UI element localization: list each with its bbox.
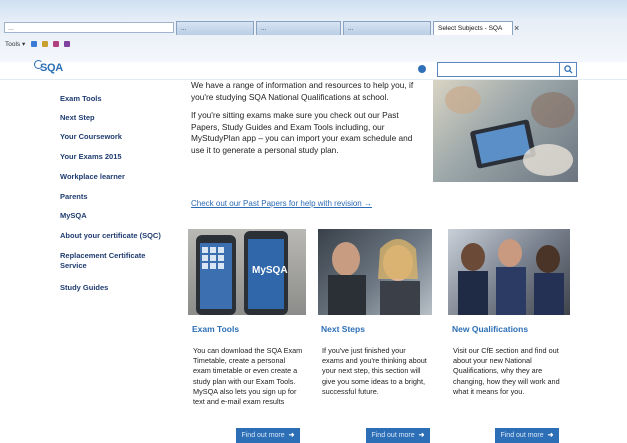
new-qualifications-heading: New Qualifications — [452, 324, 529, 334]
sidebar-item-coursework[interactable]: Your Coursework — [60, 132, 180, 142]
sidebar-item-replacement-certificate[interactable]: Replacement Certificate Service — [60, 251, 155, 271]
arrow-right-icon: ➜ — [418, 432, 425, 439]
tools-menu[interactable]: Tools ▾ — [5, 41, 25, 48]
addon-icon-2[interactable] — [63, 41, 70, 48]
search-input[interactable] — [437, 62, 560, 77]
favorites-icon[interactable] — [41, 41, 48, 48]
search-icon — [563, 65, 573, 74]
gear-icon[interactable] — [31, 41, 38, 48]
intro-paragraph-2: If you're sitting exams make sure you ch… — [191, 110, 413, 155]
sidebar-item-certificate[interactable]: About your certificate (SQC) — [60, 231, 180, 241]
new-qualifications-find-out-button[interactable]: Find out more ➜ — [495, 428, 559, 443]
mysqa-app-label: MySQA — [252, 265, 288, 276]
sidebar-item-next-step[interactable]: Next Step — [60, 113, 180, 123]
site-logo[interactable]: SQA — [40, 62, 63, 74]
search-button[interactable] — [559, 62, 577, 77]
next-steps-heading: Next Steps — [321, 324, 365, 334]
exam-tools-description: You can download the SQA Exam Timetable,… — [193, 346, 303, 407]
button-label: Find out more — [241, 432, 285, 439]
browser-tab-3[interactable]: ... — [343, 21, 431, 35]
students-tablet-photo — [433, 80, 578, 182]
sidebar-item-exam-tools[interactable]: Exam Tools — [60, 94, 180, 104]
browser-tab-2[interactable]: ... — [256, 21, 341, 35]
next-steps-photo — [318, 229, 432, 315]
arrow-right-icon: ➜ — [288, 432, 295, 439]
phones-illustration — [196, 231, 288, 315]
toolbar: Tools ▾ — [0, 38, 627, 52]
addon-icon[interactable] — [52, 41, 59, 48]
past-papers-link[interactable]: Check out our Past Papers for help with … — [191, 199, 372, 208]
close-tab-icon[interactable]: × — [514, 23, 519, 33]
address-bar[interactable]: ... — [4, 22, 174, 33]
intro-paragraph-1: We have a range of information and resou… — [191, 80, 414, 102]
exam-tools-find-out-button[interactable]: Find out more ➜ — [236, 428, 300, 443]
button-label: Find out more — [371, 432, 415, 439]
sidebar-item-workplace-learner[interactable]: Workplace learner — [60, 172, 180, 182]
new-qualifications-photo — [448, 229, 570, 315]
next-steps-description: If you've just finished your exams and y… — [322, 346, 427, 396]
sidebar-item-mysqa[interactable]: MySQA — [60, 211, 180, 221]
group-students-illustration — [458, 239, 564, 315]
button-label: Find out more — [500, 432, 544, 439]
sidebar-item-parents[interactable]: Parents — [60, 192, 180, 202]
sidebar-item-exams-2015[interactable]: Your Exams 2015 — [60, 152, 180, 162]
browser-tab-1[interactable]: ... — [176, 21, 254, 35]
arrow-right-icon: ➜ — [547, 432, 554, 439]
exam-tools-phone-photo: MySQA — [188, 229, 306, 315]
new-qualifications-description: Visit our CfE section and find out about… — [453, 346, 560, 396]
settings-icon[interactable] — [418, 65, 426, 73]
browser-tab-active[interactable]: Select Subjects - SQA — [433, 21, 513, 35]
students-illustration — [328, 239, 420, 315]
tablet-illustration — [445, 86, 575, 176]
sidebar-item-study-guides[interactable]: Study Guides — [60, 283, 180, 293]
next-steps-find-out-button[interactable]: Find out more ➜ — [366, 428, 430, 443]
exam-tools-heading: Exam Tools — [192, 324, 240, 334]
intro-text: We have a range of information and resou… — [191, 80, 421, 163]
